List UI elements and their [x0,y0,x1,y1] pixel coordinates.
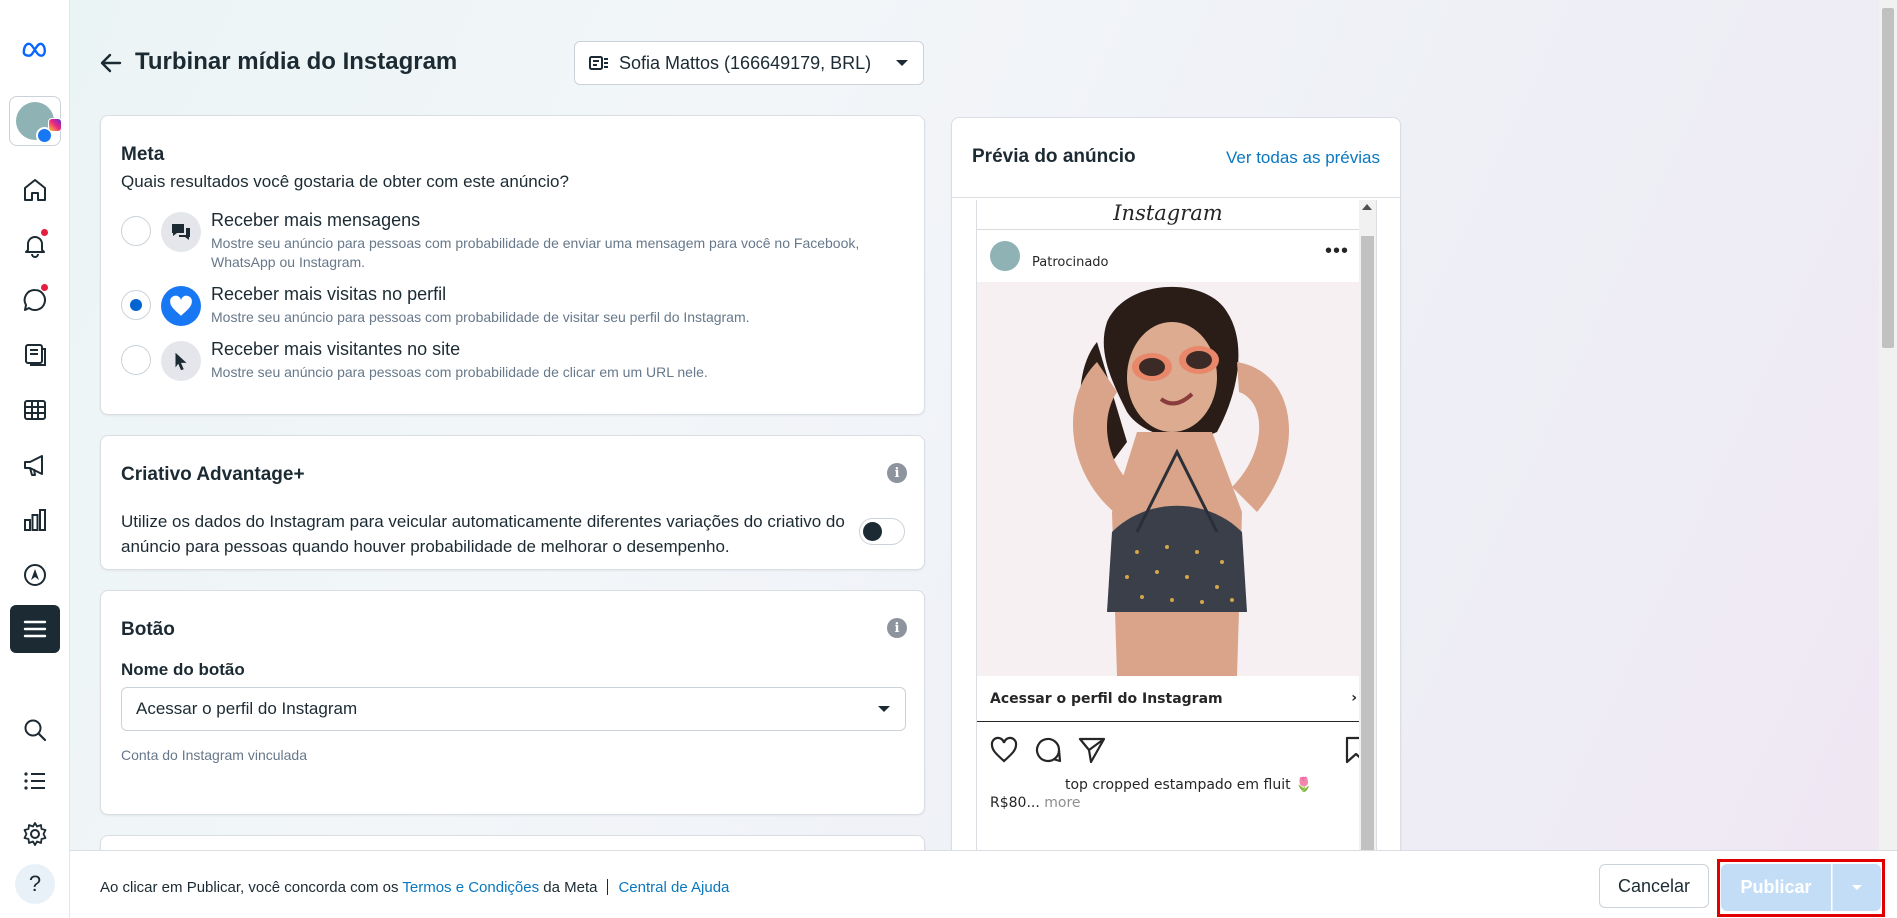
publish-options-button[interactable] [1832,864,1881,911]
instagram-post-preview: Instagram Patrocinado ••• Acessar o perf… [976,200,1377,900]
post-image [977,282,1361,676]
help-icon[interactable]: ? [15,864,55,904]
button-section-title: Botão [121,619,175,640]
like-icon[interactable] [989,735,1019,765]
post-price: R$80... more [990,795,1081,811]
help-glyph: ? [28,871,42,896]
see-more-link[interactable]: more [1044,795,1080,811]
search-icon[interactable] [10,706,60,754]
goal-option-desc: Mostre seu anúncio para pessoas com prob… [211,364,708,380]
radio-profile-visits[interactable] [121,290,151,320]
advantage-title: Criativo Advantage+ [121,464,305,485]
preview-scroll-thumb[interactable] [1361,236,1374,900]
compass-icon[interactable] [10,551,60,599]
more-options-icon[interactable]: ••• [1325,241,1349,261]
goal-option-label: Receber mais visitantes no site [211,339,461,359]
button-name-value: Acessar o perfil do Instagram [136,699,358,718]
goal-question: Quais resultados você gostaria de obter … [121,172,569,191]
instagram-logo: Instagram [977,200,1359,230]
back-arrow-icon[interactable] [98,50,124,76]
sponsored-label: Patrocinado [1032,255,1109,270]
table-icon[interactable] [10,386,60,434]
button-name-select[interactable]: Acessar o perfil do Instagram [121,687,906,731]
chat-icon[interactable] [10,276,60,324]
preview-title: Prévia do anúncio [972,146,1136,167]
list-icon[interactable] [10,757,60,805]
meta-logo-icon[interactable] [10,24,60,72]
share-icon[interactable] [1077,735,1107,765]
post-cta-button[interactable]: Acessar o perfil do Instagram › [977,676,1361,722]
advantage-description: Utilize os dados do Instagram para veicu… [121,512,845,556]
avatar [990,241,1020,271]
page-title: Turbinar mídia do Instagram [135,48,458,75]
radio-messages[interactable] [121,216,151,246]
cancel-button[interactable]: Cancelar [1599,864,1709,908]
terms-link[interactable]: Termos e Condições [402,879,539,896]
goal-option-desc: Mostre seu anúncio para pessoas com prob… [211,235,860,270]
chevron-down-icon [878,706,890,712]
chevron-down-icon [1852,884,1862,890]
footer-bar: Ao clicar em Publicar, você concorda com… [70,850,1897,918]
chevron-right-icon: › [1351,690,1357,706]
goal-card: Meta Quais resultados você gostaria de o… [100,115,925,415]
chevron-down-icon [896,60,908,66]
publish-button[interactable]: Publicar [1721,864,1831,911]
page-scrollbar[interactable] [1879,0,1897,850]
advantage-creative-card: Criativo Advantage+ i Utilize os dados d… [100,435,925,570]
chat-bubbles-icon [161,212,201,252]
terms-text-before: Ao clicar em Publicar, você concorda com… [100,879,403,896]
info-icon[interactable]: i [887,463,907,483]
bell-icon[interactable] [10,221,60,269]
preview-divider [952,197,1400,198]
radio-website-visitors[interactable] [121,345,151,375]
goal-option-label: Receber mais visitas no perfil [211,284,447,304]
terms-text-after: da Meta [539,879,598,896]
page-scroll-thumb[interactable] [1882,8,1894,348]
ad-preview-card: Prévia do anúncio Ver todas as prévias I… [951,117,1401,900]
account-avatar[interactable] [9,96,62,146]
comment-icon[interactable] [1033,735,1063,765]
linked-account-hint: Conta do Instagram vinculada [121,747,307,763]
help-center-link[interactable]: Central de Ajuda [618,879,729,896]
ad-account-label: Sofia Mattos (166649179, BRL) [619,52,872,73]
post-caption: top cropped estampado em fluit 🌷 [1065,777,1313,793]
cursor-icon [161,341,201,381]
button-name-label: Nome do botão [121,660,245,679]
home-icon[interactable] [10,166,60,214]
ad-account-selector[interactable]: Sofia Mattos (166649179, BRL) [574,41,924,85]
scroll-up-icon[interactable] [1362,204,1372,210]
left-nav-rail: ? [0,0,70,918]
instagram-badge-icon [48,118,62,132]
price-value: R$80... [990,795,1040,811]
gear-icon[interactable] [10,810,60,858]
goal-title: Meta [121,144,165,165]
megaphone-icon[interactable] [10,441,60,489]
goal-option-label: Receber mais mensagens [211,210,421,230]
advantage-toggle[interactable] [859,518,905,545]
post-cta-label: Acessar o perfil do Instagram [990,691,1223,707]
post-actions [989,735,1369,767]
see-all-previews-link[interactable]: Ver todas as prévias [1226,148,1380,168]
menu-icon[interactable] [10,605,60,653]
preview-scrollbar[interactable] [1359,200,1376,900]
call-to-action-card: Botão i Nome do botão Acessar o perfil d… [100,590,925,815]
terms-notice: Ao clicar em Publicar, você concorda com… [100,879,729,896]
heart-icon [161,286,201,326]
info-icon[interactable]: i [887,618,907,638]
bar-chart-icon[interactable] [10,496,60,544]
goal-option-desc: Mostre seu anúncio para pessoas com prob… [211,309,750,325]
pages-icon[interactable] [10,330,60,378]
footer-divider [607,879,609,895]
ad-account-icon [589,56,608,70]
